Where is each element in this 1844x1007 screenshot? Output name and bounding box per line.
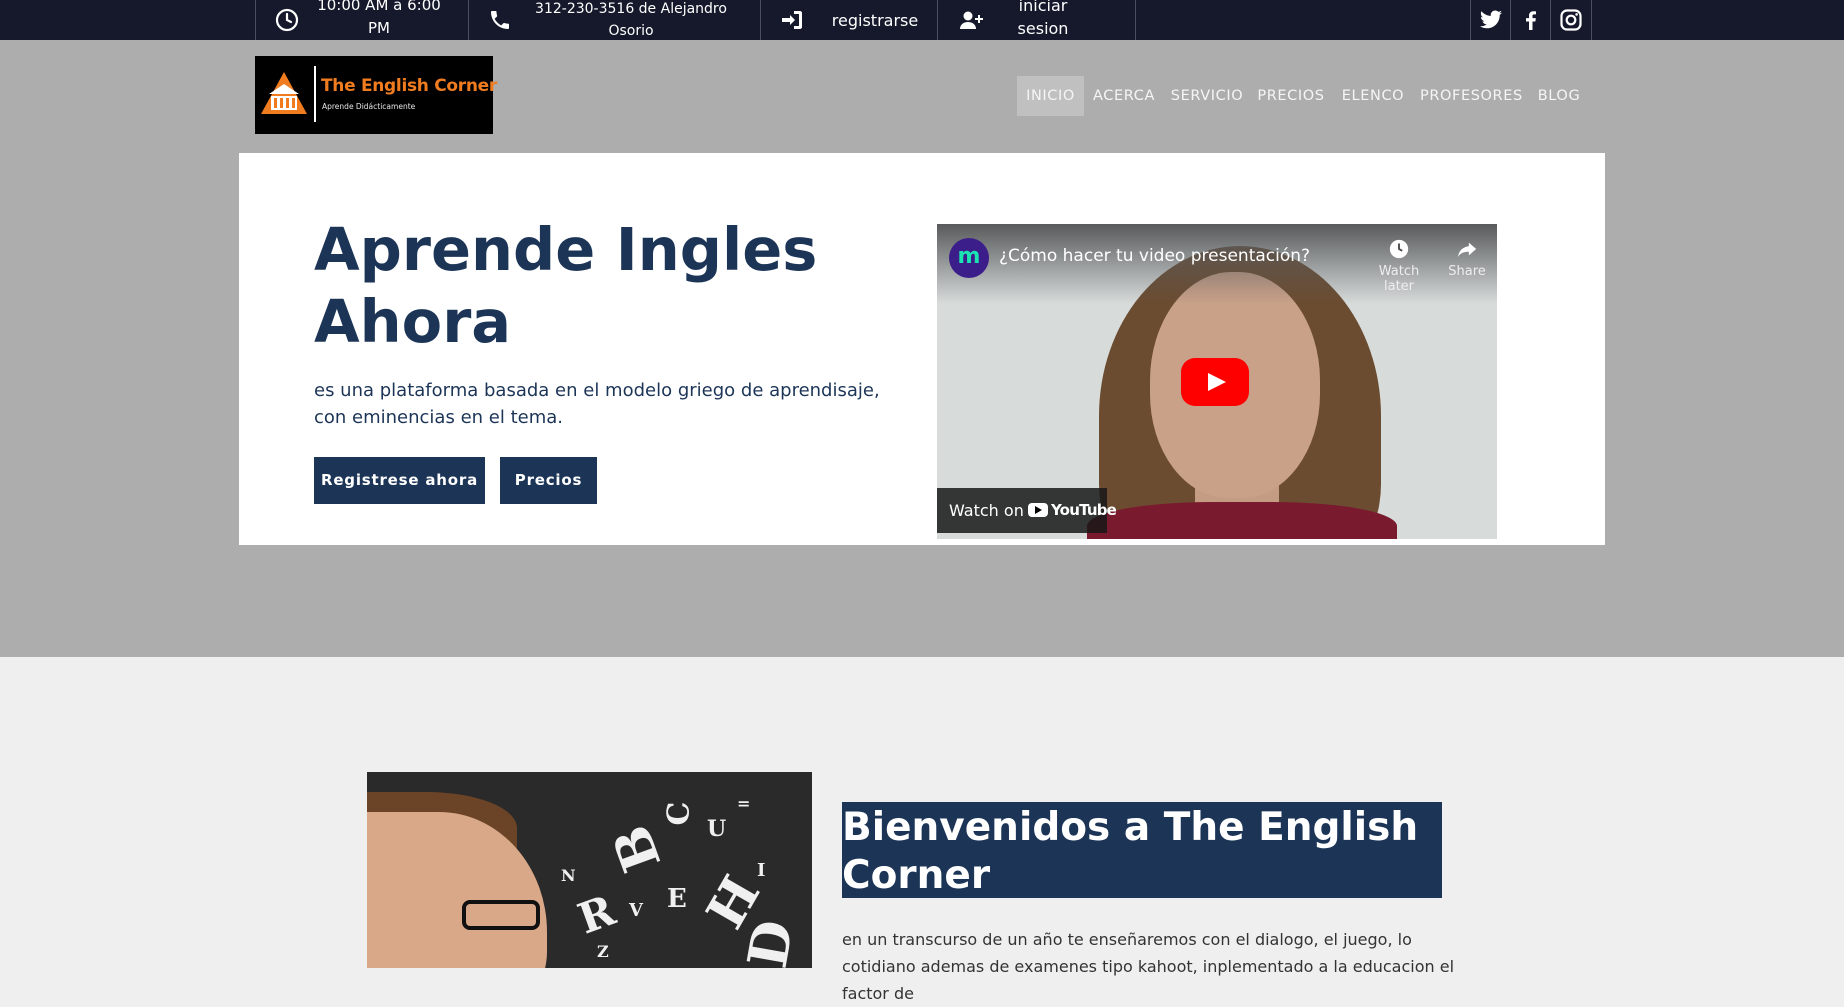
logo-title: The English Corner — [321, 76, 497, 96]
nav-elenco[interactable]: ELENCO — [1338, 76, 1408, 116]
share-button[interactable]: Share — [1437, 238, 1497, 279]
video-title[interactable]: ¿Cómo hacer tu video presentación? — [999, 246, 1310, 266]
twitter-link[interactable] — [1470, 0, 1511, 40]
phone-item[interactable]: 312-230-3516 de Alejandro Osorio — [468, 0, 761, 40]
logo-divider — [314, 66, 316, 122]
top-bar: 10:00 AM a 6:00 PM 312-230-3516 de Aleja… — [0, 0, 1844, 40]
welcome-heading: Bienvenidos a The English Corner — [842, 805, 1419, 898]
temple-icon — [261, 72, 307, 114]
facebook-link[interactable] — [1510, 0, 1551, 40]
welcome-heading-box: Bienvenidos a The English Corner — [842, 802, 1442, 898]
sign-in-icon — [782, 11, 802, 29]
register-now-button[interactable]: Registrese ahora — [314, 457, 485, 504]
register-link[interactable]: registrarse — [760, 0, 938, 40]
login-text: iniciar sesion — [1017, 0, 1069, 38]
phone-icon — [491, 11, 509, 29]
play-button[interactable] — [1181, 358, 1249, 406]
user-plus-icon — [960, 11, 983, 29]
hours-item: 10:00 AM a 6:00 PM — [255, 0, 469, 40]
nav-blog[interactable]: BLOG — [1533, 76, 1585, 116]
nav-precios[interactable]: PRECIOS — [1256, 76, 1326, 116]
nav-profesores[interactable]: PROFESORES — [1420, 76, 1522, 116]
phone-text: 312-230-3516 de Alejandro Osorio — [535, 1, 727, 39]
clock-icon — [1389, 239, 1409, 259]
share-icon — [1457, 242, 1477, 258]
youtube-logo-icon — [1028, 503, 1048, 517]
nav-inicio[interactable]: INICIO — [1017, 76, 1084, 116]
clock-icon — [275, 8, 299, 32]
login-link[interactable]: iniciar sesion — [937, 0, 1136, 40]
nav-acerca[interactable]: ACERCA — [1090, 76, 1158, 116]
site-logo[interactable]: The English Corner Aprende Didácticament… — [255, 56, 497, 134]
watch-on-youtube-button[interactable]: Watch on YouTube — [937, 488, 1117, 533]
hero-title: Aprende Ingles Ahora — [314, 215, 818, 356]
hero-description: es una plataforma basada en el modelo gr… — [314, 380, 880, 428]
youtube-embed[interactable]: m ¿Cómo hacer tu video presentación? Wat… — [937, 224, 1497, 539]
register-text: registrarse — [831, 11, 919, 30]
facebook-icon — [1526, 11, 1536, 31]
nav-servicio[interactable]: SERVICIO — [1168, 76, 1246, 116]
welcome-body: en un transcurso de un año te enseñaremo… — [842, 930, 1455, 1003]
hours-text: 10:00 AM a 6:00 PM — [317, 0, 441, 37]
instagram-link[interactable] — [1550, 0, 1592, 40]
twitter-icon — [1480, 10, 1502, 29]
logo-subtitle: Aprende Didácticamente — [322, 102, 416, 111]
speaking-letters-image: B C U = H E V R N D Z I — [367, 772, 812, 968]
channel-avatar[interactable]: m — [949, 238, 989, 278]
instagram-icon — [1560, 9, 1582, 31]
pricing-button[interactable]: Precios — [500, 457, 597, 504]
watch-later-button[interactable]: Watch later — [1369, 238, 1429, 294]
